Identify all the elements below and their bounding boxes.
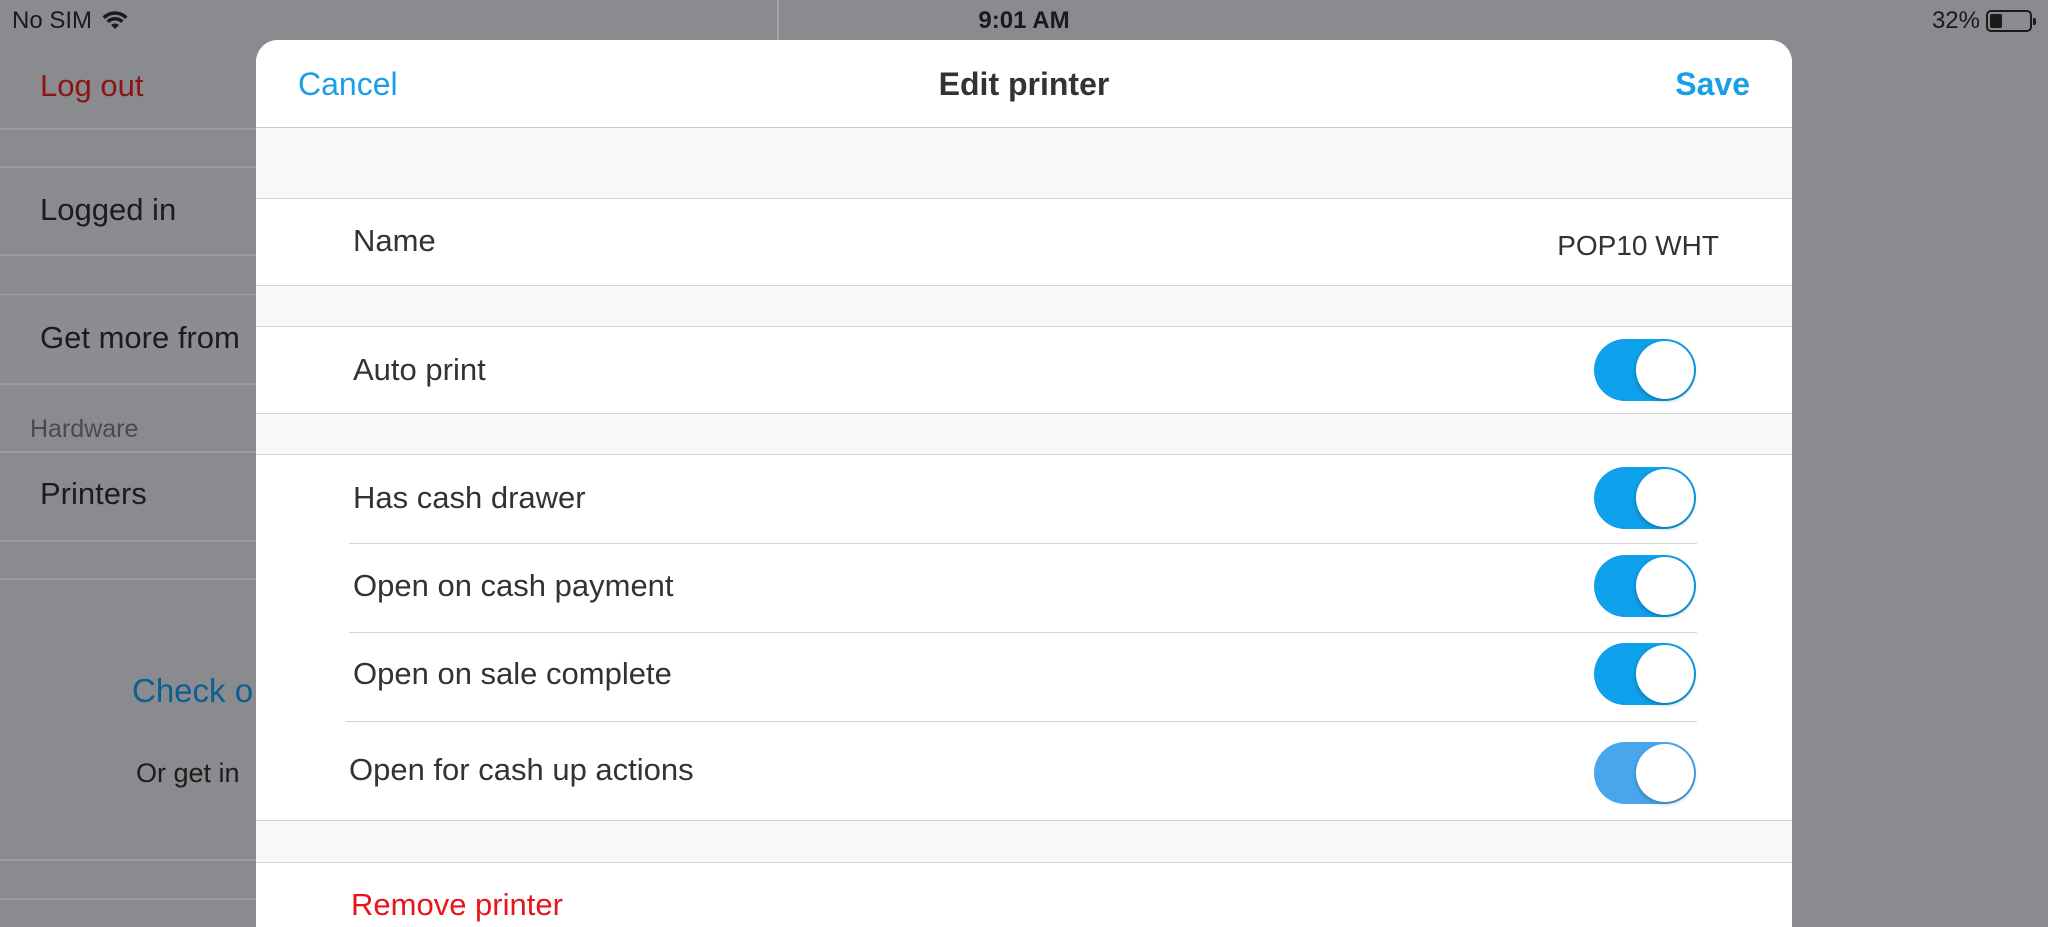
open-for-cash-up-row: Open for cash up actions: [256, 722, 1792, 822]
divider: [0, 578, 260, 580]
logout-link: Log out: [40, 68, 144, 103]
open-on-cash-payment-label: Open on cash payment: [353, 568, 674, 603]
name-value[interactable]: POP10 WHT: [1557, 230, 1719, 262]
toggle-knob: [1636, 341, 1694, 399]
auto-print-toggle[interactable]: [1594, 339, 1696, 401]
divider: [0, 859, 260, 861]
status-bar: No SIM 9:01 AM 32%: [0, 0, 2048, 40]
check-link: Check o: [132, 672, 254, 709]
auto-print-row: Auto print: [256, 327, 1792, 415]
section-header-hardware: Hardware: [30, 415, 139, 443]
edit-printer-modal: Cancel Edit printer Save Name POP10 WHT …: [256, 40, 1792, 927]
logged-in-cell: Logged in: [40, 192, 177, 227]
open-on-cash-payment-row: Open on cash payment: [256, 544, 1792, 632]
has-cash-drawer-label: Has cash drawer: [353, 480, 586, 515]
divider: [0, 383, 260, 385]
toggle-knob: [1636, 557, 1694, 615]
divider: [0, 128, 260, 130]
status-time: 9:01 AM: [978, 7, 1070, 34]
open-on-sale-complete-row: Open on sale complete: [256, 633, 1792, 721]
remove-group: Remove printer: [256, 862, 1792, 927]
toggle-knob: [1636, 744, 1694, 802]
open-for-cash-up-label: Open for cash up actions: [349, 752, 694, 787]
remove-printer-button[interactable]: Remove printer: [351, 887, 563, 923]
open-on-sale-complete-toggle[interactable]: [1594, 643, 1696, 705]
divider: [0, 254, 260, 256]
has-cash-drawer-toggle[interactable]: [1594, 467, 1696, 529]
divider: [0, 166, 260, 168]
divider: [0, 540, 260, 542]
toggle-knob: [1636, 469, 1694, 527]
auto-print-label: Auto print: [353, 352, 486, 387]
has-cash-drawer-row: Has cash drawer: [256, 455, 1792, 543]
save-button[interactable]: Save: [1675, 66, 1750, 103]
name-row[interactable]: Name POP10 WHT: [256, 199, 1792, 287]
status-right: 32%: [1931, 7, 2036, 35]
open-on-cash-payment-toggle[interactable]: [1594, 555, 1696, 617]
name-label: Name: [353, 223, 436, 258]
get-more-cell: Get more from: [40, 320, 240, 355]
name-group: Name POP10 WHT: [256, 198, 1792, 286]
auto-print-group: Auto print: [256, 326, 1792, 414]
printers-cell: Printers: [40, 476, 147, 511]
toggle-knob: [1636, 645, 1694, 703]
battery-icon: [1986, 10, 2036, 32]
split-view-divider: [777, 0, 779, 40]
get-in-text: Or get in: [136, 758, 240, 788]
modal-header: Cancel Edit printer Save: [256, 40, 1792, 128]
open-for-cash-up-toggle[interactable]: [1594, 742, 1696, 804]
modal-title: Edit printer: [938, 66, 1110, 102]
divider: [0, 451, 260, 453]
battery-percent: 32%: [1931, 7, 1980, 34]
open-on-sale-complete-label: Open on sale complete: [353, 656, 672, 691]
cash-drawer-group: Has cash drawer Open on cash payment Ope…: [256, 454, 1792, 821]
divider: [0, 898, 260, 900]
